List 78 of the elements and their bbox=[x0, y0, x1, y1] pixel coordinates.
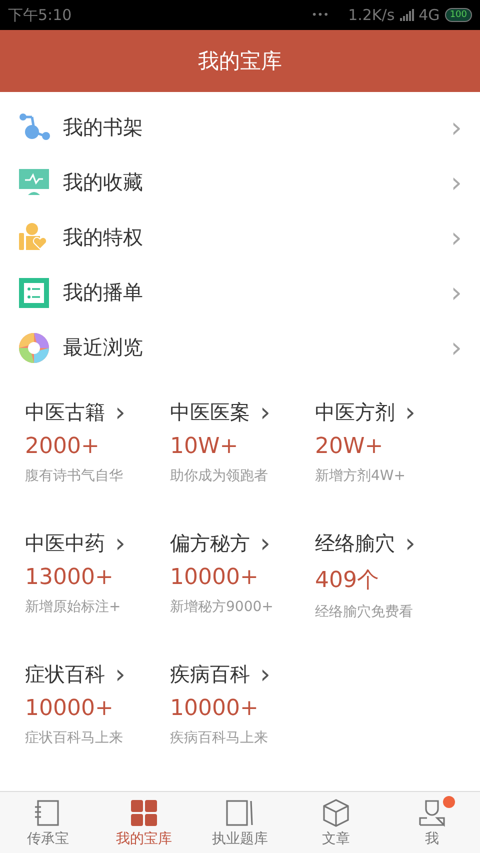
chevron-icon: › bbox=[260, 400, 270, 426]
category-card[interactable]: 中医古籍 › 2000+ 腹有诗书气自华 bbox=[25, 393, 170, 524]
tab-label: 我的宝库 bbox=[116, 830, 172, 848]
tab[interactable]: 执业题库 bbox=[192, 792, 288, 853]
menu-label: 最近浏览 bbox=[63, 334, 144, 361]
category-title: 偏方秘方 bbox=[170, 530, 250, 557]
cube-icon bbox=[321, 798, 351, 828]
tab-label: 文章 bbox=[322, 830, 350, 848]
chevron-icon: › bbox=[405, 530, 416, 556]
network-speed: 1.2K/s bbox=[348, 6, 395, 24]
category-title: 疾病百科 bbox=[170, 661, 250, 688]
menu-item[interactable]: 最近浏览 › bbox=[0, 320, 480, 375]
chevron-icon: › bbox=[405, 400, 416, 426]
chevron-icon: › bbox=[450, 168, 462, 196]
category-note: 疾病百科马上来 bbox=[170, 729, 269, 747]
menu-label: 我的书架 bbox=[63, 114, 144, 141]
chevron-icon: › bbox=[115, 662, 126, 688]
chevron-icon: › bbox=[260, 662, 270, 688]
category-count: 10000+ bbox=[170, 696, 260, 721]
tab-label: 执业题库 bbox=[212, 830, 268, 848]
network-type: 4G bbox=[418, 6, 440, 24]
category-card[interactable]: 中医方剂 › 20W+ 新增方剂4W+ bbox=[315, 393, 465, 524]
tab-label: 我 bbox=[425, 830, 439, 848]
tab[interactable]: 传承宝 bbox=[0, 792, 96, 853]
menu-item[interactable]: 我的收藏 › bbox=[0, 155, 480, 210]
tab[interactable]: 我的宝库 bbox=[96, 792, 192, 853]
category-card[interactable]: 中医医案 › 10W+ 助你成为领跑者 bbox=[170, 393, 315, 524]
chevron-icon: › bbox=[450, 278, 462, 306]
category-title: 中医方剂 bbox=[315, 399, 395, 426]
category-note: 新增原始标注+ bbox=[25, 598, 122, 616]
menu-item[interactable]: 我的播单 › bbox=[0, 265, 480, 320]
battery-level: 100 bbox=[444, 8, 472, 22]
category-title: 经络腧穴 bbox=[315, 530, 395, 557]
category-count: 20W+ bbox=[315, 434, 384, 459]
category-title: 中医医案 bbox=[170, 399, 250, 426]
more-icon: ••• bbox=[311, 10, 330, 20]
menu-label: 我的收藏 bbox=[63, 169, 144, 196]
category-note: 经络腧穴免费看 bbox=[315, 603, 414, 621]
grid-icon bbox=[129, 798, 159, 828]
menu-item[interactable]: 我的书架 › bbox=[0, 100, 480, 155]
tab[interactable]: 我 bbox=[384, 792, 480, 853]
chevron-icon: › bbox=[115, 400, 126, 426]
category-card[interactable]: 症状百科 › 10000+ 症状百科马上来 bbox=[25, 655, 170, 786]
chevron-icon: › bbox=[115, 530, 126, 556]
tab[interactable]: 文章 bbox=[288, 792, 384, 853]
menu-label: 我的特权 bbox=[63, 224, 144, 251]
chevron-icon: › bbox=[450, 114, 462, 142]
chevron-icon: › bbox=[450, 334, 462, 362]
category-note: 新增方剂4W+ bbox=[315, 467, 406, 485]
category-note: 腹有诗书气自华 bbox=[25, 467, 124, 485]
category-title: 中医古籍 bbox=[25, 399, 105, 426]
chevron-icon: › bbox=[450, 224, 462, 252]
tab-label: 传承宝 bbox=[27, 830, 69, 848]
category-count: 2000+ bbox=[25, 434, 100, 459]
category-card[interactable]: 偏方秘方 › 10000+ 新增秘方9000+ bbox=[170, 524, 315, 655]
status-time: 下午5:10 bbox=[8, 6, 72, 24]
category-card[interactable]: 疾病百科 › 10000+ 疾病百科马上来 bbox=[170, 655, 315, 786]
category-note: 助你成为领跑者 bbox=[170, 467, 269, 485]
category-count: 10W+ bbox=[170, 434, 240, 459]
category-title: 症状百科 bbox=[25, 661, 105, 688]
book-icon bbox=[225, 798, 255, 828]
category-card[interactable]: 经络腧穴 › 409个 经络腧穴免费看 bbox=[315, 524, 465, 655]
aperture-icon bbox=[18, 332, 50, 364]
page-title: 我的宝库 bbox=[198, 48, 282, 75]
category-count: 10000+ bbox=[25, 696, 114, 721]
category-count: 409个 bbox=[315, 567, 380, 595]
category-title: 中医中药 bbox=[25, 530, 105, 557]
menu-label: 我的播单 bbox=[63, 279, 144, 306]
checklist-icon bbox=[18, 276, 50, 308]
menu-item[interactable]: 我的特权 › bbox=[0, 210, 480, 265]
category-count: 13000+ bbox=[25, 565, 114, 590]
chevron-icon: › bbox=[260, 530, 270, 556]
user-icon bbox=[417, 798, 447, 828]
category-count: 10000+ bbox=[170, 565, 260, 590]
category-note: 新增秘方9000+ bbox=[170, 598, 274, 616]
category-card[interactable]: 中医中药 › 13000+ 新增原始标注+ bbox=[25, 524, 170, 655]
signal-icon bbox=[400, 9, 414, 21]
category-note: 症状百科马上来 bbox=[25, 729, 124, 747]
